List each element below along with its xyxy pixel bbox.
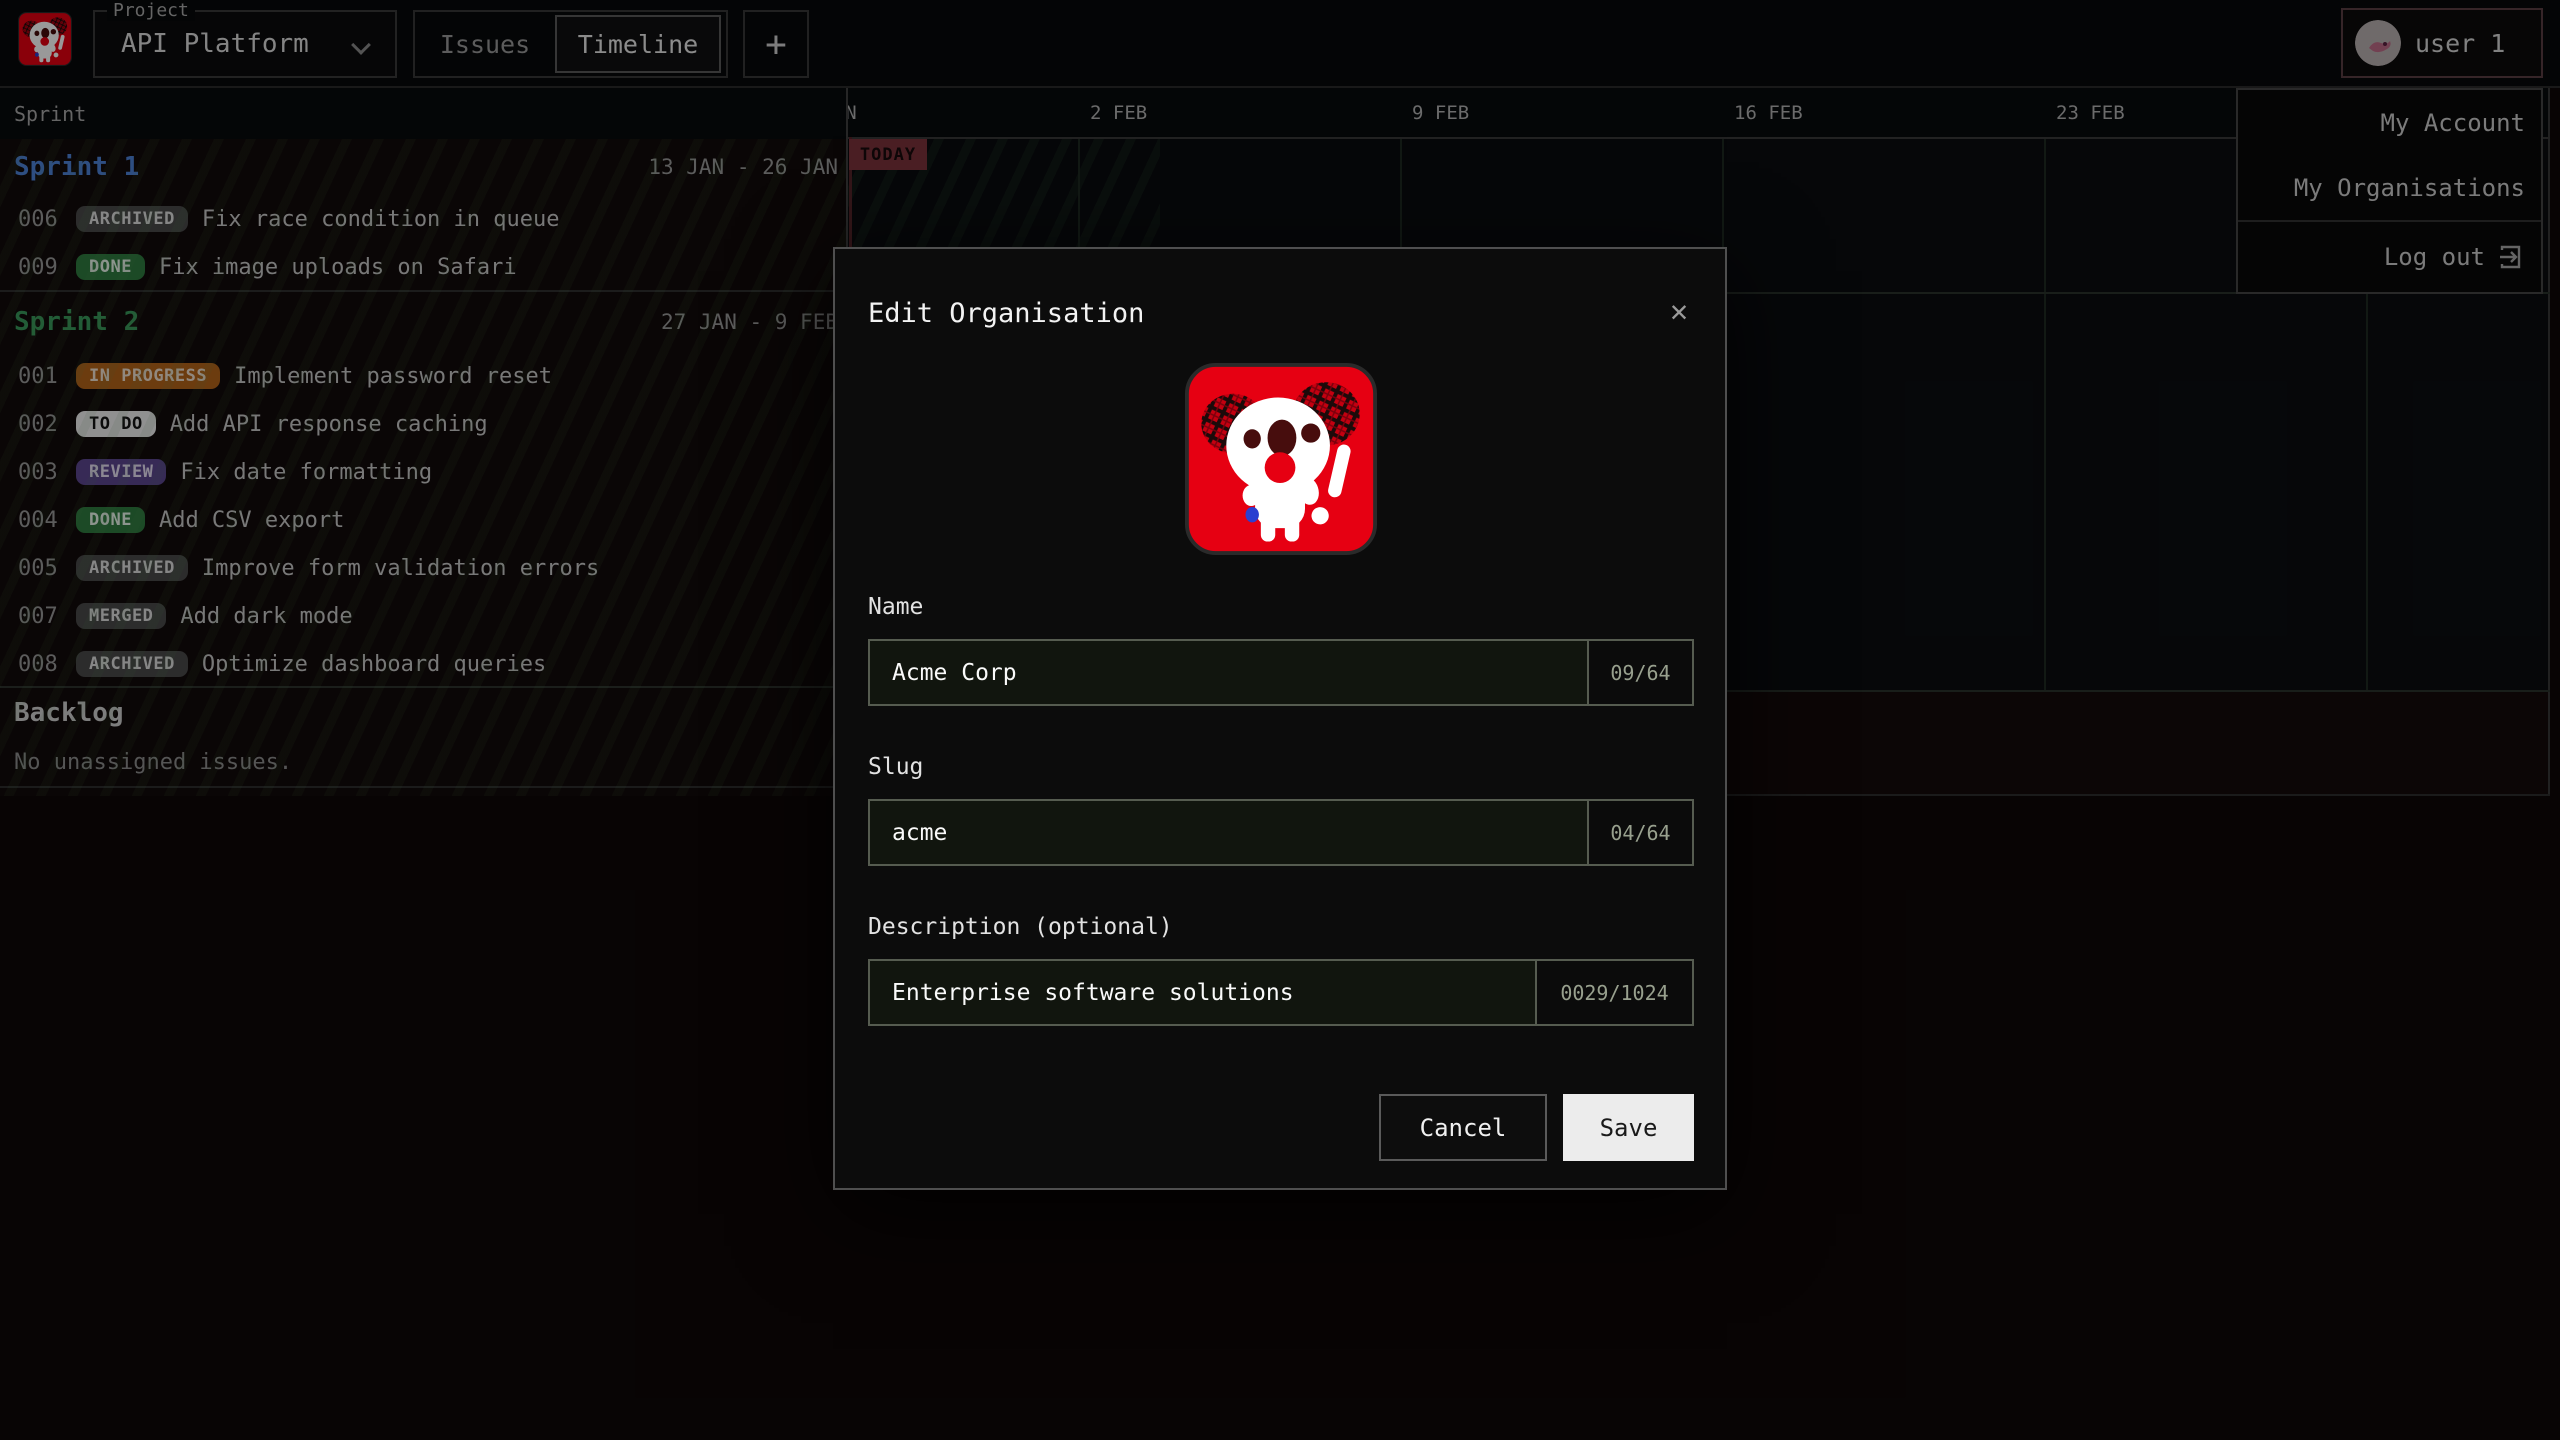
description-input[interactable]	[870, 961, 1535, 1024]
description-char-counter: 0029/1024	[1535, 961, 1692, 1024]
name-input[interactable]	[870, 641, 1587, 704]
modal-buttons: Cancel Save	[868, 1094, 1694, 1161]
slug-char-counter: 04/64	[1587, 801, 1692, 864]
name-field-label: Name	[868, 596, 1694, 618]
organisation-logo-koala-image	[1183, 363, 1379, 555]
organisation-logo-wrap	[868, 363, 1694, 555]
name-input-wrap: 09/64	[868, 639, 1694, 706]
description-input-wrap: 0029/1024	[868, 959, 1694, 1026]
modal-title: Edit Organisation	[868, 297, 1144, 331]
close-icon[interactable]: ✕	[1664, 297, 1694, 327]
edit-organisation-modal: Edit Organisation ✕ Name 09/64 Slug 04/6…	[833, 247, 1727, 1190]
slug-input-wrap: 04/64	[868, 799, 1694, 866]
name-char-counter: 09/64	[1587, 641, 1692, 704]
modal-header: Edit Organisation ✕	[868, 297, 1694, 331]
save-button[interactable]: Save	[1563, 1094, 1694, 1161]
slug-input[interactable]	[870, 801, 1587, 864]
cancel-button[interactable]: Cancel	[1379, 1094, 1547, 1161]
description-field-label: Description (optional)	[868, 916, 1694, 938]
slug-field-label: Slug	[868, 756, 1694, 778]
